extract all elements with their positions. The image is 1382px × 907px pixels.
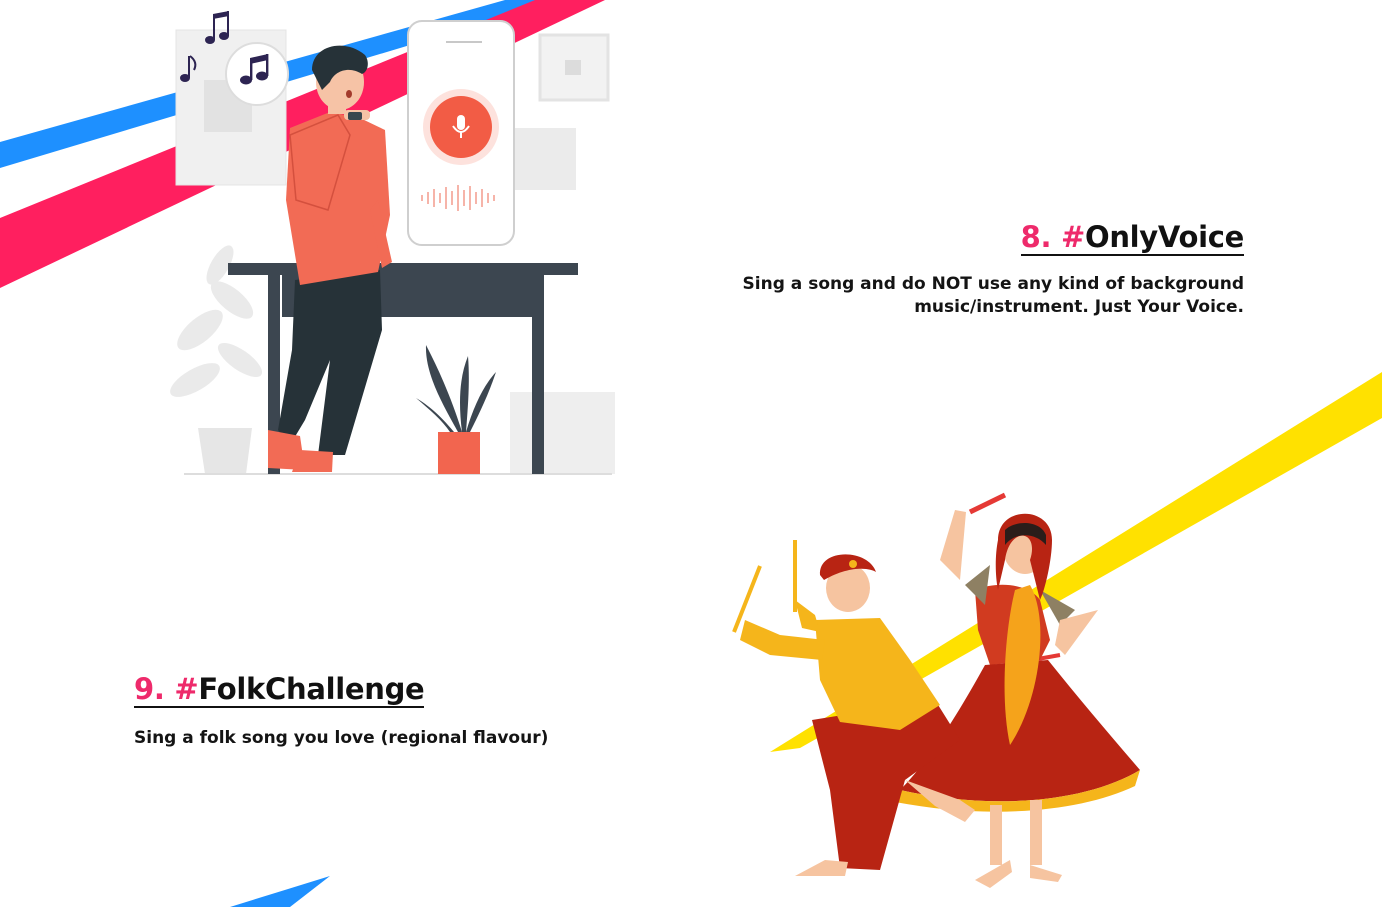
challenge-9-description: Sing a folk song you love (regional flav… [134,728,549,748]
challenge-9-hash: # [174,672,199,706]
challenge-8: 8. #OnlyVoice Sing a song and do NOT use… [724,220,1245,319]
folk-dancers-illustration [732,492,1140,888]
challenge-9: 9. #FolkChallenge Sing a folk song you l… [134,672,548,750]
challenge-8-hash: # [1060,220,1085,254]
challenge-8-description: Sing a song and do NOT use any kind of b… [742,274,1244,317]
challenge-8-title[interactable]: 8. #OnlyVoice [1020,220,1244,256]
challenge-9-title[interactable]: 9. #FolkChallenge [134,672,425,708]
background-illustrations [0,0,1382,907]
challenge-8-tag: OnlyVoice [1084,220,1244,254]
challenge-9-number: 9. [134,672,165,706]
challenge-9-tag: FolkChallenge [198,672,425,706]
challenge-8-number: 8. [1020,220,1052,254]
